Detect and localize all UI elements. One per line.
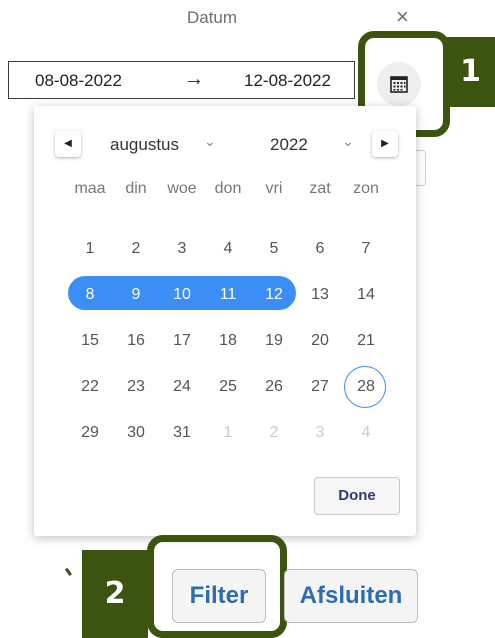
day-cell[interactable]: 1 <box>67 232 113 266</box>
date-picker-popup: ◀ augustus ⌄ 2022 ⌄ ▶ maa din woe don vri zat… <box>34 106 416 536</box>
date-range-field[interactable]: 08-08-2022 → 12-08-2022 <box>8 61 355 99</box>
day-cell[interactable]: 24 <box>159 370 205 404</box>
day-cell[interactable]: 8 <box>67 278 113 312</box>
day-cell[interactable]: 7 <box>343 232 389 266</box>
done-button[interactable]: Done <box>314 477 400 515</box>
day-cell[interactable]: 6 <box>297 232 343 266</box>
close-icon[interactable]: × <box>396 4 409 30</box>
day-cell[interactable]: 9 <box>113 278 159 312</box>
day-cell-other-month: 2 <box>269 424 279 441</box>
weekday-label: zon <box>353 180 379 197</box>
day-cell[interactable]: 28 <box>343 366 389 408</box>
year-chevron-down-icon[interactable]: ⌄ <box>342 133 354 150</box>
weekday-label: zat <box>309 180 331 197</box>
day-cell[interactable]: 22 <box>67 370 113 404</box>
day-cell-other-month: 1 <box>223 424 233 441</box>
day-cell[interactable]: 3 <box>159 232 205 266</box>
day-cell[interactable]: 4 <box>205 232 251 266</box>
day-cell[interactable]: 2 <box>113 232 159 266</box>
day-cell[interactable]: 17 <box>159 324 205 358</box>
day-cell[interactable]: 18 <box>205 324 251 358</box>
day-cell[interactable]: 10 <box>159 278 205 312</box>
dialog-title: Datum <box>186 8 238 27</box>
weekday-label: don <box>214 180 242 197</box>
day-cell[interactable]: 25 <box>205 370 251 404</box>
day-cell[interactable]: 31 <box>159 416 205 450</box>
day-cell[interactable]: 23 <box>113 370 159 404</box>
weekday-label: maa <box>74 180 106 197</box>
day-cell[interactable]: 16 <box>113 324 159 358</box>
callout-badge-1: 1 <box>446 37 495 107</box>
day-cell-other-month: 3 <box>315 424 325 441</box>
callout-tick <box>64 561 81 577</box>
day-cell[interactable]: 11 <box>205 278 251 312</box>
year-select[interactable]: 2022 <box>270 135 308 155</box>
weekday-label: vri <box>265 180 283 197</box>
weekday-label: woe <box>167 180 197 197</box>
filter-button[interactable]: Filter <box>172 569 266 623</box>
day-cell[interactable]: 19 <box>251 324 297 358</box>
weekday-label: din <box>125 180 147 197</box>
end-date[interactable]: 12-08-2022 <box>244 71 331 91</box>
day-cell[interactable]: 15 <box>67 324 113 358</box>
day-cell[interactable]: 27 <box>297 370 343 404</box>
day-cell[interactable]: 30 <box>113 416 159 450</box>
day-cell[interactable]: 20 <box>297 324 343 358</box>
start-date[interactable]: 08-08-2022 <box>35 71 122 91</box>
month-chevron-down-icon[interactable]: ⌄ <box>204 133 216 150</box>
day-cell[interactable]: 13 <box>297 278 343 312</box>
month-select[interactable]: augustus <box>110 135 179 155</box>
day-cell[interactable]: 14 <box>343 278 389 312</box>
day-cell[interactable]: 5 <box>251 232 297 266</box>
day-cell[interactable]: 12 <box>251 278 297 312</box>
day-cell-other-month: 4 <box>361 424 371 441</box>
callout-badge-2: 2 <box>82 550 148 638</box>
arrow-right-icon: → <box>184 68 204 90</box>
day-cell[interactable]: 29 <box>67 416 113 450</box>
close-dialog-button[interactable]: Afsluiten <box>284 569 418 623</box>
day-cell[interactable]: 21 <box>343 324 389 358</box>
day-cell[interactable]: 26 <box>251 370 297 404</box>
next-month-button[interactable]: ▶ <box>372 131 398 157</box>
prev-month-button[interactable]: ◀ <box>55 131 81 157</box>
